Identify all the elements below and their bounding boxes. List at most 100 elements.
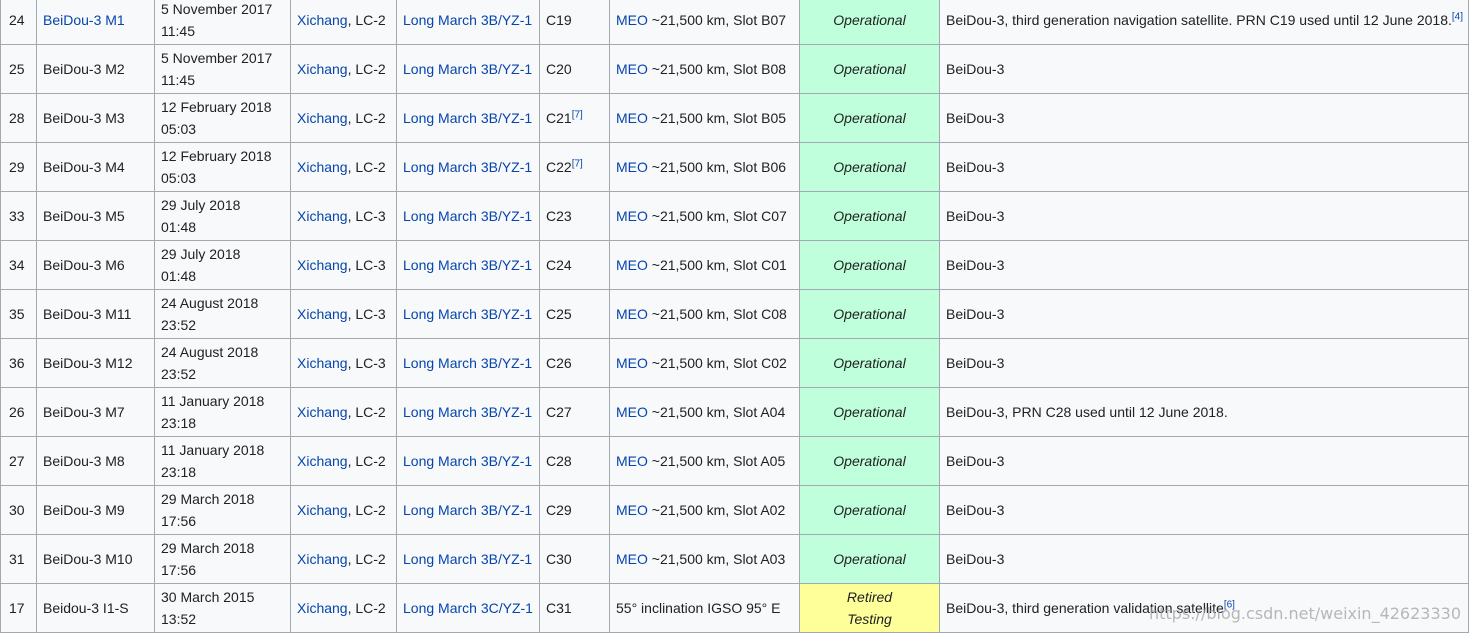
satellite-name: BeiDou-3 M2	[43, 61, 125, 77]
remarks-text: BeiDou-3	[946, 257, 1005, 273]
launch-time: 13:52	[161, 611, 197, 627]
cell-status: Retired Testing	[799, 583, 940, 633]
remarks-text: BeiDou-3, third generation navigation sa…	[946, 12, 1452, 28]
rocket-link[interactable]: Long March 3B/YZ-1	[403, 355, 532, 371]
satellite-name: BeiDou-3 M11	[43, 306, 132, 322]
orbit-link[interactable]: MEO	[616, 306, 648, 322]
orbit-link[interactable]: MEO	[616, 12, 648, 28]
prn-code: C27	[546, 404, 572, 420]
launch-site-link[interactable]: Xichang	[297, 355, 348, 371]
launch-site-link[interactable]: Xichang	[297, 600, 348, 616]
launch-date: 11 January 2018	[161, 393, 265, 409]
cell-number: 33	[0, 191, 37, 241]
status-badge: Operational	[833, 110, 906, 126]
launch-site-link[interactable]: Xichang	[297, 404, 348, 420]
cell-number: 28	[0, 93, 37, 143]
launch-pad: , LC-2	[347, 453, 386, 469]
orbit-link[interactable]: MEO	[616, 404, 648, 420]
cell-launch-date: 29 July 2018 01:48	[154, 191, 291, 241]
cell-status: Operational	[799, 338, 940, 388]
rocket-link[interactable]: Long March 3C/YZ-1	[403, 600, 533, 616]
cell-status: Operational	[799, 0, 940, 45]
cell-launch-date: 12 February 2018 05:03	[154, 93, 291, 143]
cell-rocket: Long March 3B/YZ-1	[396, 93, 540, 143]
prn-reference[interactable]: [7]	[572, 109, 583, 120]
orbit-link[interactable]: MEO	[616, 551, 648, 567]
rocket-link[interactable]: Long March 3B/YZ-1	[403, 502, 532, 518]
cell-status: Operational	[799, 534, 940, 584]
orbit-link[interactable]: MEO	[616, 208, 648, 224]
rocket-link[interactable]: Long March 3B/YZ-1	[403, 159, 532, 175]
launch-site-link[interactable]: Xichang	[297, 502, 348, 518]
cell-remarks: BeiDou-3	[939, 142, 1469, 192]
cell-launch-date: 29 March 2018 17:56	[154, 485, 291, 535]
launch-pad: , LC-2	[347, 502, 386, 518]
orbit-link[interactable]: MEO	[616, 159, 648, 175]
rocket-link[interactable]: Long March 3B/YZ-1	[403, 208, 532, 224]
launch-date: 29 July 2018	[161, 197, 241, 213]
rocket-link[interactable]: Long March 3B/YZ-1	[403, 551, 532, 567]
launch-site-link[interactable]: Xichang	[297, 551, 348, 567]
satellite-name: BeiDou-3 M5	[43, 208, 125, 224]
launch-site-link[interactable]: Xichang	[297, 110, 348, 126]
rocket-link[interactable]: Long March 3B/YZ-1	[403, 110, 532, 126]
rocket-link[interactable]: Long March 3B/YZ-1	[403, 257, 532, 273]
number-text: 27	[9, 453, 25, 469]
cell-satellite: BeiDou-3 M10	[36, 534, 155, 584]
orbit-link[interactable]: MEO	[616, 257, 648, 273]
cell-status: Operational	[799, 485, 940, 535]
number-text: 33	[9, 208, 25, 224]
satellite-name: BeiDou-3 M10	[43, 551, 133, 567]
rocket-link[interactable]: Long March 3B/YZ-1	[403, 12, 532, 28]
rocket-link[interactable]: Long March 3B/YZ-1	[403, 61, 532, 77]
cell-rocket: Long March 3B/YZ-1	[396, 338, 540, 388]
launch-time: 17:56	[161, 513, 197, 529]
number-text: 31	[9, 551, 25, 567]
cell-rocket: Long March 3B/YZ-1	[396, 289, 540, 339]
prn-reference[interactable]: [7]	[572, 158, 583, 169]
orbit-link[interactable]: MEO	[616, 502, 648, 518]
remarks-text: BeiDou-3	[946, 502, 1005, 518]
remarks-reference[interactable]: [4]	[1452, 11, 1463, 22]
launch-site-link[interactable]: Xichang	[297, 159, 348, 175]
orbit-link[interactable]: MEO	[616, 110, 648, 126]
cell-prn: C25	[539, 289, 610, 339]
satellite-link[interactable]: BeiDou-3 M1	[43, 12, 125, 28]
cell-launch-date: 24 August 2018 23:52	[154, 289, 291, 339]
launch-site-link[interactable]: Xichang	[297, 306, 348, 322]
table-row: 25 BeiDou-3 M2 5 November 2017 11:45 Xichang…	[0, 44, 1469, 94]
cell-satellite: BeiDou-3 M5	[36, 191, 155, 241]
cell-launch-date: 12 February 2018 05:03	[154, 142, 291, 192]
orbit-link[interactable]: MEO	[616, 453, 648, 469]
launch-site-link[interactable]: Xichang	[297, 453, 348, 469]
launch-date: 24 August 2018	[161, 295, 259, 311]
orbit-link[interactable]: MEO	[616, 61, 648, 77]
rocket-link[interactable]: Long March 3B/YZ-1	[403, 453, 532, 469]
orbit-link[interactable]: MEO	[616, 355, 648, 371]
watermark: https://blog.csdn.net/weixin_42623330	[1148, 604, 1461, 623]
launch-date: 24 August 2018	[161, 344, 259, 360]
cell-launch-date: 30 March 2015 13:52	[154, 583, 291, 633]
launch-time: 11:45	[161, 23, 195, 39]
cell-remarks: BeiDou-3	[939, 289, 1469, 339]
orbit-detail: ~21,500 km, Slot B08	[647, 61, 787, 77]
satellite-name: BeiDou-3 M6	[43, 257, 125, 273]
status-badge: Operational	[833, 355, 906, 371]
cell-satellite: BeiDou-3 M9	[36, 485, 155, 535]
cell-launch-date: 5 November 2017 11:45	[154, 44, 291, 94]
launch-site-link[interactable]: Xichang	[297, 257, 348, 273]
orbit-detail: ~21,500 km, Slot C08	[647, 306, 787, 322]
rocket-link[interactable]: Long March 3B/YZ-1	[403, 306, 532, 322]
launch-site-link[interactable]: Xichang	[297, 12, 348, 28]
launch-pad: , LC-2	[347, 159, 386, 175]
rocket-link[interactable]: Long March 3B/YZ-1	[403, 404, 532, 420]
orbit-detail: ~21,500 km, Slot B07	[647, 12, 787, 28]
remarks-text: BeiDou-3	[946, 453, 1005, 469]
launch-site-link[interactable]: Xichang	[297, 208, 348, 224]
status-badge: Operational	[833, 159, 906, 175]
launch-site-link[interactable]: Xichang	[297, 61, 348, 77]
cell-prn: C22[7]	[539, 142, 610, 192]
cell-number: 34	[0, 240, 37, 290]
cell-remarks: BeiDou-3, third generation navigation sa…	[939, 0, 1469, 45]
launch-date: 12 February 2018	[161, 148, 272, 164]
